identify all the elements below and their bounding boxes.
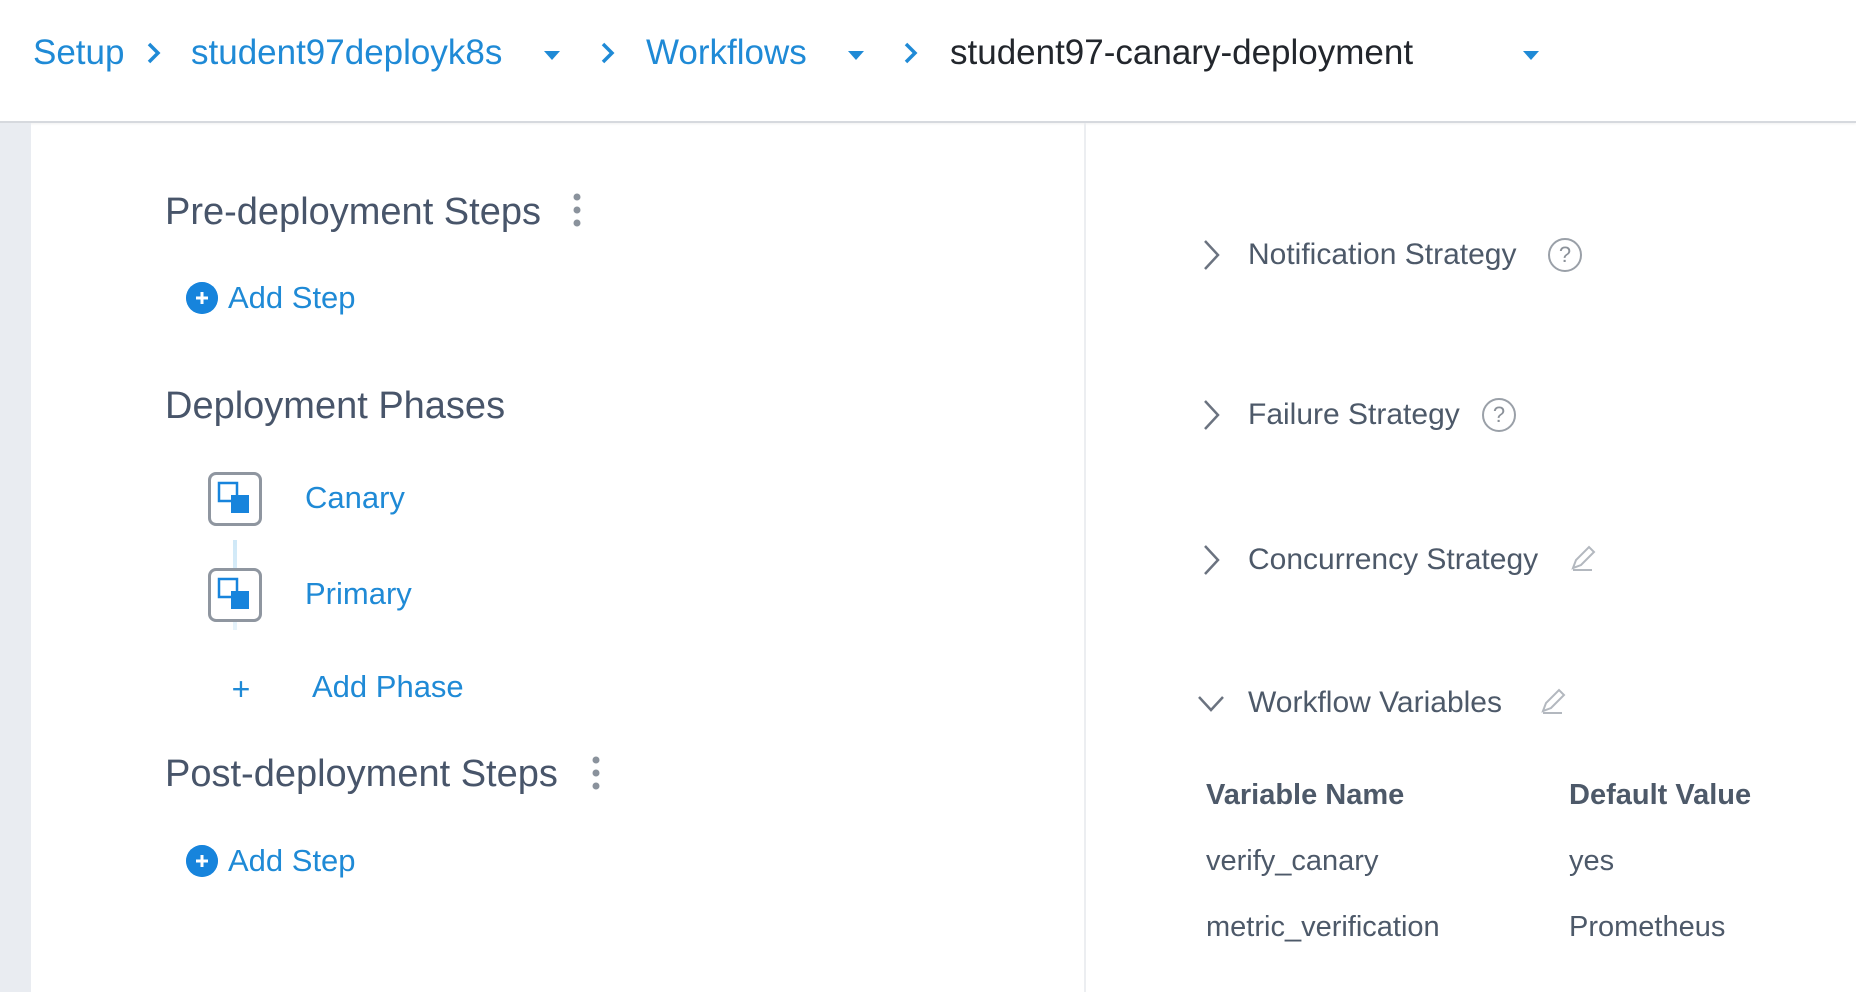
chevron-right-icon — [904, 42, 918, 64]
breadcrumb: Setup student97deployk8s Workflows stude… — [0, 0, 1856, 123]
concurrency-strategy-label: Concurrency Strategy — [1248, 543, 1539, 576]
chevron-right-icon — [601, 42, 615, 64]
phase-icon — [208, 568, 262, 622]
chevron-right-icon — [1204, 545, 1220, 575]
breadcrumb-workflows[interactable]: Workflows — [646, 28, 807, 78]
post-deployment-title: Post-deployment Steps — [165, 753, 558, 795]
chevron-down-icon — [1198, 696, 1224, 712]
column-header-variable-name: Variable Name — [1206, 779, 1405, 811]
chevron-right-icon — [147, 42, 161, 64]
caret-down-icon[interactable] — [846, 48, 866, 62]
chevron-right-icon — [1204, 400, 1220, 430]
notification-strategy-label: Notification Strategy — [1248, 238, 1517, 271]
table-cell-default-value: Prometheus — [1569, 911, 1726, 943]
kebab-menu-icon[interactable] — [572, 193, 582, 227]
phase-primary-label: Primary — [305, 576, 412, 611]
table-cell-variable-name: verify_canary — [1206, 845, 1379, 877]
workflow-variables-label: Workflow Variables — [1248, 686, 1502, 719]
column-header-default-value: Default Value — [1569, 779, 1752, 811]
table-cell-variable-name: metric_verification — [1206, 911, 1440, 943]
breadcrumb-current-workflow: student97-canary-deployment — [950, 33, 1414, 72]
add-phase-label: Add Phase — [312, 669, 464, 704]
failure-strategy-label: Failure Strategy — [1248, 398, 1460, 431]
caret-down-icon[interactable] — [1521, 48, 1541, 62]
breadcrumb-setup[interactable]: Setup — [33, 28, 124, 78]
kebab-menu-icon[interactable] — [591, 756, 601, 790]
caret-down-icon[interactable] — [542, 48, 562, 62]
phase-icon — [208, 472, 262, 526]
add-step-label: Add Step — [228, 280, 356, 315]
pre-deployment-title: Pre-deployment Steps — [165, 191, 541, 233]
table-cell-default-value: yes — [1569, 845, 1615, 877]
breadcrumb-application[interactable]: student97deployk8s — [191, 28, 502, 78]
help-icon[interactable]: ? — [1482, 398, 1516, 432]
chevron-right-icon — [1204, 240, 1220, 270]
left-rail — [0, 123, 31, 992]
help-icon[interactable]: ? — [1548, 238, 1582, 272]
phase-canary-label: Canary — [305, 480, 405, 515]
panel-divider — [1084, 123, 1086, 992]
deployment-phases-title: Deployment Phases — [165, 385, 506, 427]
plus-circle-icon — [186, 845, 218, 877]
plus-icon: + — [231, 671, 251, 707]
add-step-label: Add Step — [228, 843, 356, 878]
pencil-icon[interactable] — [1568, 543, 1598, 573]
pencil-icon[interactable] — [1538, 686, 1568, 716]
plus-circle-icon — [186, 282, 218, 314]
